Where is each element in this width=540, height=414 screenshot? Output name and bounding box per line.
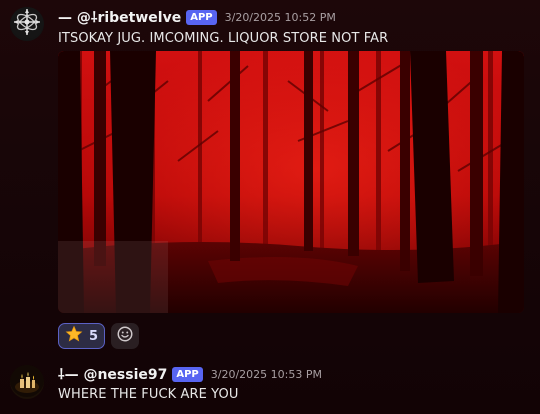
timestamp: 3/20/2025 10:53 PM [210, 367, 322, 381]
message-text: WHERE THE FUCK ARE YOU [58, 387, 239, 402]
reaction-star[interactable]: 5 [58, 323, 106, 349]
candles-avatar-icon [10, 365, 44, 399]
orbital-cross-icon [10, 7, 44, 41]
smiley-add-icon [116, 325, 134, 347]
image-attachment[interactable] [58, 51, 524, 313]
timestamp: 3/20/2025 10:52 PM [224, 10, 336, 24]
reaction-count: 5 [89, 328, 99, 344]
star-icon [65, 325, 83, 347]
app-badge: APP [172, 366, 203, 382]
message-1: — @⸸ribetwelve APP 3/20/2025 10:52 PM IT… [0, 0, 540, 350]
avatar[interactable] [10, 7, 44, 41]
app-badge: APP [186, 9, 217, 25]
username[interactable]: — @⸸ribetwelve [58, 8, 181, 27]
reactions-bar: 5 [58, 323, 140, 349]
add-reaction-button[interactable] [111, 323, 140, 349]
message-header: — @⸸ribetwelve APP 3/20/2025 10:52 PM [58, 8, 336, 26]
username[interactable]: ⸸— @nessie97 [58, 365, 167, 384]
message-text: ITSOKAY JUG. IMCOMING. LIQUOR STORE NOT … [58, 31, 389, 46]
avatar[interactable] [10, 365, 44, 399]
message-header: ⸸— @nessie97 APP 3/20/2025 10:53 PM [58, 365, 322, 383]
forest-image [58, 51, 524, 313]
